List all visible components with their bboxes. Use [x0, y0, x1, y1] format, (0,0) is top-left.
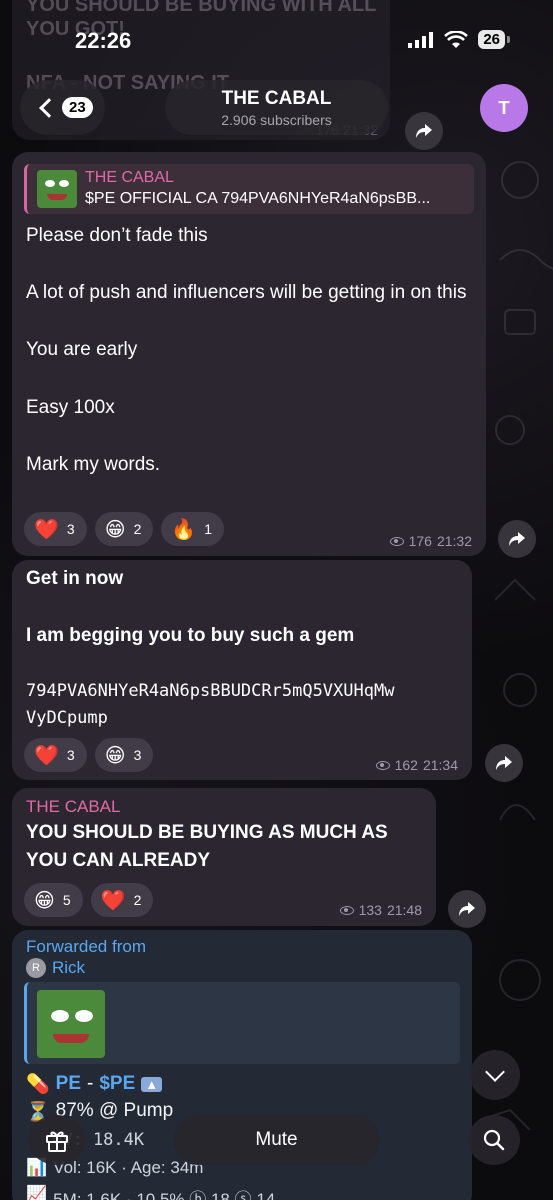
share-button[interactable]: [448, 890, 486, 928]
unread-count-badge: 23: [62, 97, 93, 118]
reaction-fire[interactable]: 🔥 1: [161, 512, 225, 546]
reaction-grin[interactable]: 😁 5: [24, 883, 83, 917]
view-count: 162: [394, 757, 418, 773]
text-line: Get in now: [26, 568, 124, 589]
message-meta: 162 21:34: [375, 757, 458, 773]
share-button[interactable]: [485, 744, 523, 782]
share-button-faded[interactable]: [405, 112, 443, 150]
message-time: 21:34: [422, 757, 458, 773]
share-arrow-icon: [496, 756, 512, 770]
reaction-heart[interactable]: ❤️ 3: [24, 512, 87, 546]
views-icon: [375, 760, 390, 770]
token-line: 💊 PE - $PE ▲: [26, 1072, 163, 1096]
share-arrow-icon: [416, 124, 432, 138]
battery-indicator: 26: [478, 30, 510, 49]
share-button[interactable]: [498, 520, 536, 558]
gift-button[interactable]: [28, 1115, 86, 1165]
reply-text: $PE OFFICIAL CA 794PVA6NHYeR4aN6psBB...: [85, 190, 431, 207]
chart-up-icon: 📈: [26, 1185, 48, 1200]
reaction-heart[interactable]: ❤️ 3: [24, 738, 87, 772]
channel-name: THE CABAL: [221, 88, 332, 109]
sender-name: THE CABAL: [26, 797, 121, 816]
text-line: YOU CAN ALREADY: [26, 850, 211, 871]
message-bubble-2[interactable]: Get in now I am begging you to buy such …: [12, 560, 472, 780]
view-count: 133: [358, 902, 382, 918]
back-button[interactable]: 23: [20, 80, 105, 135]
reactions-row: ❤️ 3 😁 3: [24, 738, 154, 772]
mute-button[interactable]: Mute: [173, 1115, 380, 1165]
message-body: Please don’t fade this A lot of push and…: [26, 222, 476, 479]
forwarded-source[interactable]: R Rick: [26, 958, 85, 978]
channel-avatar[interactable]: T: [480, 84, 528, 132]
embedded-preview[interactable]: [24, 982, 460, 1064]
subscriber-count: 2.906 subscribers: [221, 112, 332, 128]
views-icon: [339, 905, 354, 915]
token-ticker[interactable]: $PE: [99, 1073, 135, 1095]
search-button[interactable]: [468, 1115, 520, 1165]
forwarded-name: Rick: [52, 958, 86, 977]
text-line: Please don’t fade this: [26, 225, 208, 246]
stats-line-3: 📈 5M: 1.6K · 10.5% ⓑ 18 ⓢ 14: [26, 1185, 275, 1200]
message-bubble-1[interactable]: THE CABAL $PE OFFICIAL CA 794PVA6NHYeR4a…: [12, 152, 486, 556]
reply-sender: THE CABAL: [85, 169, 174, 186]
reaction-grin[interactable]: 😁 2: [94, 512, 154, 546]
mute-label: Mute: [255, 1129, 298, 1150]
reactions-row: ❤️ 3 😁 2 🔥 1: [24, 512, 225, 546]
forwarded-label: Forwarded from: [26, 937, 146, 956]
token-separator: -: [87, 1073, 94, 1094]
cellular-signal-icon: [408, 31, 434, 48]
channel-title-button[interactable]: THE CABAL 2.906 subscribers: [165, 80, 388, 135]
contract-address-line-2[interactable]: VyDCpump: [26, 705, 108, 732]
message-time: 21:48: [386, 902, 422, 918]
chevron-left-icon: [39, 97, 59, 118]
pill-icon: 💊: [26, 1074, 50, 1095]
share-arrow-icon: [509, 532, 525, 546]
reply-preview[interactable]: THE CABAL $PE OFFICIAL CA 794PVA6NHYeR4a…: [24, 164, 474, 214]
text-line: You are early: [26, 339, 138, 361]
up-arrow-icon: ▲: [141, 1076, 163, 1092]
text-line: Mark my words.: [26, 453, 161, 475]
message-bubble-3[interactable]: THE CABAL YOU SHOULD BE BUYING AS MUCH A…: [12, 788, 436, 926]
token-name[interactable]: PE: [56, 1073, 81, 1095]
forwarded-avatar: R: [26, 958, 46, 978]
scroll-down-button[interactable]: [470, 1050, 520, 1100]
status-bar: 22:26 26: [0, 0, 553, 70]
text-line: I am begging you to buy such a gem: [26, 625, 355, 646]
chevron-down-icon: [485, 1062, 505, 1082]
view-count: 176: [408, 533, 432, 549]
message-meta: 176 21:32: [389, 533, 472, 549]
share-arrow-icon: [459, 902, 475, 916]
views-icon: [389, 536, 404, 546]
wifi-icon: [444, 30, 469, 48]
message-meta: 133 21:48: [339, 902, 422, 918]
pepe-image: [37, 990, 105, 1058]
text-line: A lot of push and influencers will be ge…: [26, 282, 467, 304]
reactions-row: 😁 5 ❤️ 2: [24, 883, 154, 917]
message-time: 21:32: [436, 533, 472, 549]
reaction-grin[interactable]: 😁 3: [94, 738, 154, 772]
pepe-thumbnail: [37, 170, 77, 208]
clock: 22:26: [75, 28, 132, 53]
text-line: YOU SHOULD BE BUYING AS MUCH AS: [26, 822, 388, 843]
text-line: Easy 100x: [26, 396, 115, 418]
contract-address-line-1[interactable]: 794PVA6NHYeR4aN6psBBUDCRr5mQ5VXUHqMw: [26, 678, 394, 705]
gift-icon: [46, 1131, 68, 1152]
reaction-heart[interactable]: ❤️ 2: [90, 883, 154, 917]
search-icon: [483, 1129, 505, 1151]
